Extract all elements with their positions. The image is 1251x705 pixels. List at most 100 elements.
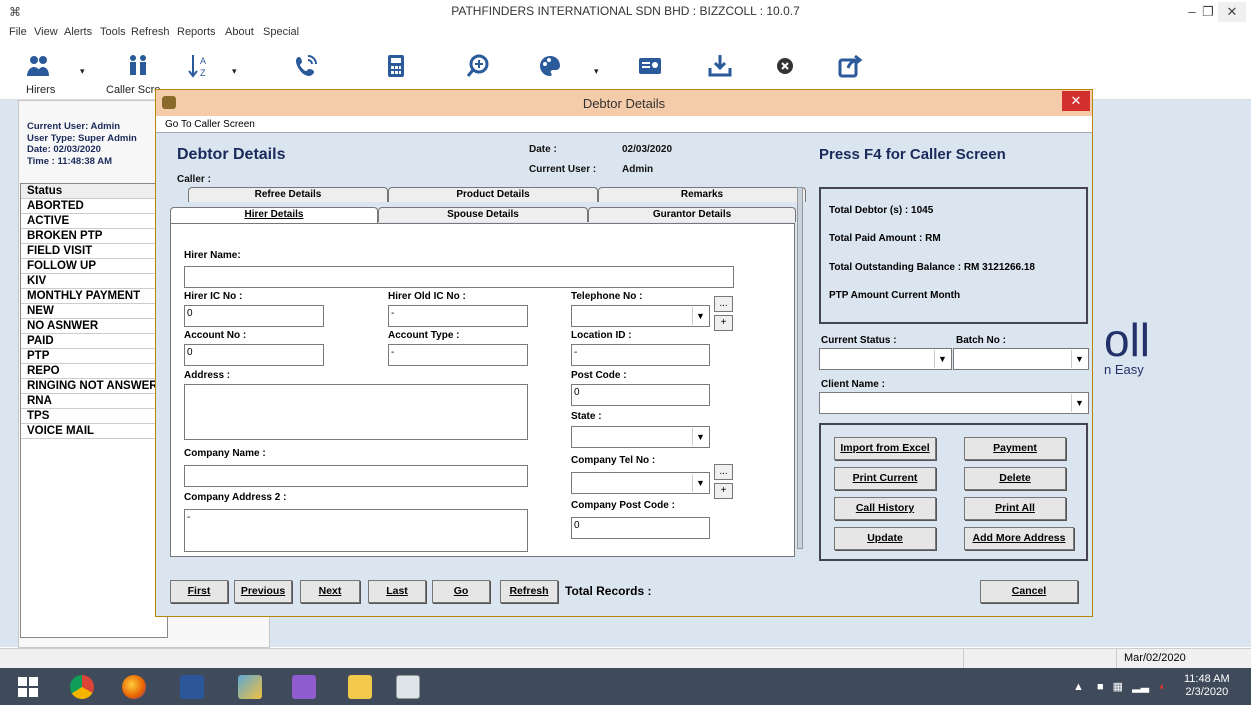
import-from-excel-button[interactable]: Import from Excel bbox=[834, 437, 936, 460]
dialog-close-button[interactable]: ✕ bbox=[1062, 91, 1090, 111]
tab-remarks[interactable]: Remarks bbox=[598, 187, 806, 202]
company-name-field[interactable] bbox=[184, 465, 528, 487]
hirers-dropdown-icon[interactable]: ▾ bbox=[80, 66, 85, 77]
payment-button[interactable]: Payment bbox=[964, 437, 1066, 460]
tab-spouse-details[interactable]: Spouse Details bbox=[378, 207, 588, 222]
tab-panel-scrollbar[interactable] bbox=[797, 187, 803, 549]
account-no-field[interactable]: 0 bbox=[184, 344, 324, 366]
company-tel-more-button[interactable]: ... bbox=[714, 464, 733, 480]
company-tel-select[interactable]: ▼ bbox=[571, 472, 710, 494]
telephone-more-button[interactable]: ... bbox=[714, 296, 733, 312]
list-item[interactable]: KIV bbox=[21, 274, 167, 289]
word-icon[interactable] bbox=[180, 675, 204, 699]
update-button[interactable]: Update bbox=[834, 527, 936, 550]
list-item[interactable]: ACTIVE bbox=[21, 214, 167, 229]
contact-button[interactable] bbox=[628, 46, 672, 86]
visual-studio-icon[interactable] bbox=[292, 675, 316, 699]
menu-file[interactable]: File bbox=[9, 26, 27, 38]
cancel-button[interactable]: Cancel bbox=[980, 580, 1078, 603]
chevron-down-icon[interactable]: ▼ bbox=[692, 428, 708, 446]
chevron-down-icon[interactable]: ▼ bbox=[1071, 394, 1087, 412]
chevron-down-icon[interactable]: ▼ bbox=[692, 307, 708, 325]
tray-app-icon[interactable]: ■ bbox=[1097, 681, 1104, 693]
network-icon[interactable]: ▦ bbox=[1113, 681, 1123, 693]
app-icon-taskbar[interactable] bbox=[238, 675, 262, 699]
list-item[interactable]: MONTHLY PAYMENT bbox=[21, 289, 167, 304]
call-button[interactable] bbox=[284, 46, 328, 86]
list-item[interactable]: RINGING NOT ANSWERED bbox=[21, 379, 167, 394]
post-code-field[interactable]: 0 bbox=[571, 384, 710, 406]
call-history-button[interactable]: Call History bbox=[834, 497, 936, 520]
theme-dropdown-icon[interactable]: ▾ bbox=[594, 66, 599, 77]
export-button[interactable] bbox=[828, 46, 872, 86]
location-id-field[interactable]: - bbox=[571, 344, 710, 366]
account-type-field[interactable]: - bbox=[388, 344, 528, 366]
list-item[interactable]: NEW bbox=[21, 304, 167, 319]
list-item[interactable]: BROKEN PTP bbox=[21, 229, 167, 244]
menu-alerts[interactable]: Alerts bbox=[64, 26, 92, 38]
download-button[interactable] bbox=[698, 46, 742, 86]
print-current-button[interactable]: Print Current bbox=[834, 467, 936, 490]
system-tray[interactable]: ▲ ■ ▦ ▂▃ ◖ bbox=[1073, 680, 1165, 693]
telephone-add-button[interactable]: + bbox=[714, 315, 733, 331]
search-button[interactable] bbox=[456, 46, 500, 86]
firefox-icon[interactable] bbox=[122, 675, 146, 699]
menu-tools[interactable]: Tools bbox=[100, 26, 126, 38]
tab-product-details[interactable]: Product Details bbox=[388, 187, 598, 202]
client-name-select[interactable]: ▼ bbox=[819, 392, 1089, 414]
window-close-button[interactable]: ✕ bbox=[1218, 2, 1246, 22]
list-item[interactable]: FIELD VISIT bbox=[21, 244, 167, 259]
caller-screen-button[interactable] bbox=[116, 46, 160, 86]
delete-button[interactable]: Delete bbox=[964, 467, 1066, 490]
list-item[interactable]: RNA bbox=[21, 394, 167, 409]
menu-special[interactable]: Special bbox=[263, 26, 299, 38]
company-tel-add-button[interactable]: + bbox=[714, 483, 733, 499]
batch-no-select[interactable]: ▼ bbox=[953, 348, 1089, 370]
list-item[interactable]: REPO bbox=[21, 364, 167, 379]
tab-refree-details[interactable]: Refree Details bbox=[188, 187, 388, 202]
file-explorer-icon[interactable] bbox=[348, 675, 372, 699]
add-more-address-button[interactable]: Add More Address bbox=[964, 527, 1074, 550]
current-status-select[interactable]: ▼ bbox=[819, 348, 952, 370]
last-button[interactable]: Last bbox=[368, 580, 426, 603]
menu-refresh[interactable]: Refresh bbox=[131, 26, 170, 38]
chrome-icon[interactable] bbox=[70, 675, 94, 699]
tab-gurantor-details[interactable]: Gurantor Details bbox=[588, 207, 796, 222]
hirers-button[interactable] bbox=[16, 46, 60, 86]
refresh-button[interactable]: Refresh bbox=[500, 580, 558, 603]
cancel-toolbar-button[interactable] bbox=[763, 46, 807, 86]
taskbar-clock[interactable]: 11:48 AM 2/3/2020 bbox=[1184, 673, 1230, 699]
state-select[interactable]: ▼ bbox=[571, 426, 710, 448]
first-button[interactable]: First bbox=[170, 580, 228, 603]
tab-hirer-details[interactable]: Hirer Details bbox=[170, 207, 378, 224]
telephone-select[interactable]: ▼ bbox=[571, 305, 710, 327]
go-button[interactable]: Go bbox=[432, 580, 490, 603]
menu-about[interactable]: About bbox=[225, 26, 254, 38]
go-to-caller-screen-menu[interactable]: Go To Caller Screen bbox=[165, 119, 255, 130]
hirer-name-field[interactable] bbox=[184, 266, 734, 288]
chevron-down-icon[interactable]: ▼ bbox=[1071, 350, 1087, 368]
list-item[interactable]: ABORTED bbox=[21, 199, 167, 214]
print-all-button[interactable]: Print All bbox=[964, 497, 1066, 520]
bizzcoll-taskbar-icon[interactable] bbox=[396, 675, 420, 699]
windows-start-icon[interactable] bbox=[18, 677, 38, 697]
theme-button[interactable] bbox=[528, 46, 572, 86]
hirer-ic-field[interactable]: 0 bbox=[184, 305, 324, 327]
list-item[interactable]: TPS bbox=[21, 409, 167, 424]
list-item[interactable]: NO ASNWER bbox=[21, 319, 167, 334]
company-address2-field[interactable]: - bbox=[184, 509, 528, 552]
chevron-up-icon[interactable]: ▲ bbox=[1073, 681, 1084, 693]
signal-icon[interactable]: ▂▃ bbox=[1132, 681, 1149, 693]
next-button[interactable]: Next bbox=[300, 580, 360, 603]
menu-reports[interactable]: Reports bbox=[177, 26, 216, 38]
company-post-code-field[interactable]: 0 bbox=[571, 517, 710, 539]
calculator-button[interactable] bbox=[374, 46, 418, 86]
volume-muted-icon[interactable]: ◖ bbox=[1158, 681, 1165, 693]
address-field[interactable] bbox=[184, 384, 528, 440]
previous-button[interactable]: Previous bbox=[234, 580, 292, 603]
chevron-down-icon[interactable]: ▼ bbox=[692, 474, 708, 492]
list-item[interactable]: FOLLOW UP bbox=[21, 259, 167, 274]
sort-button[interactable]: AZ bbox=[178, 46, 222, 86]
hirer-old-ic-field[interactable]: - bbox=[388, 305, 528, 327]
chevron-down-icon[interactable]: ▼ bbox=[934, 350, 950, 368]
